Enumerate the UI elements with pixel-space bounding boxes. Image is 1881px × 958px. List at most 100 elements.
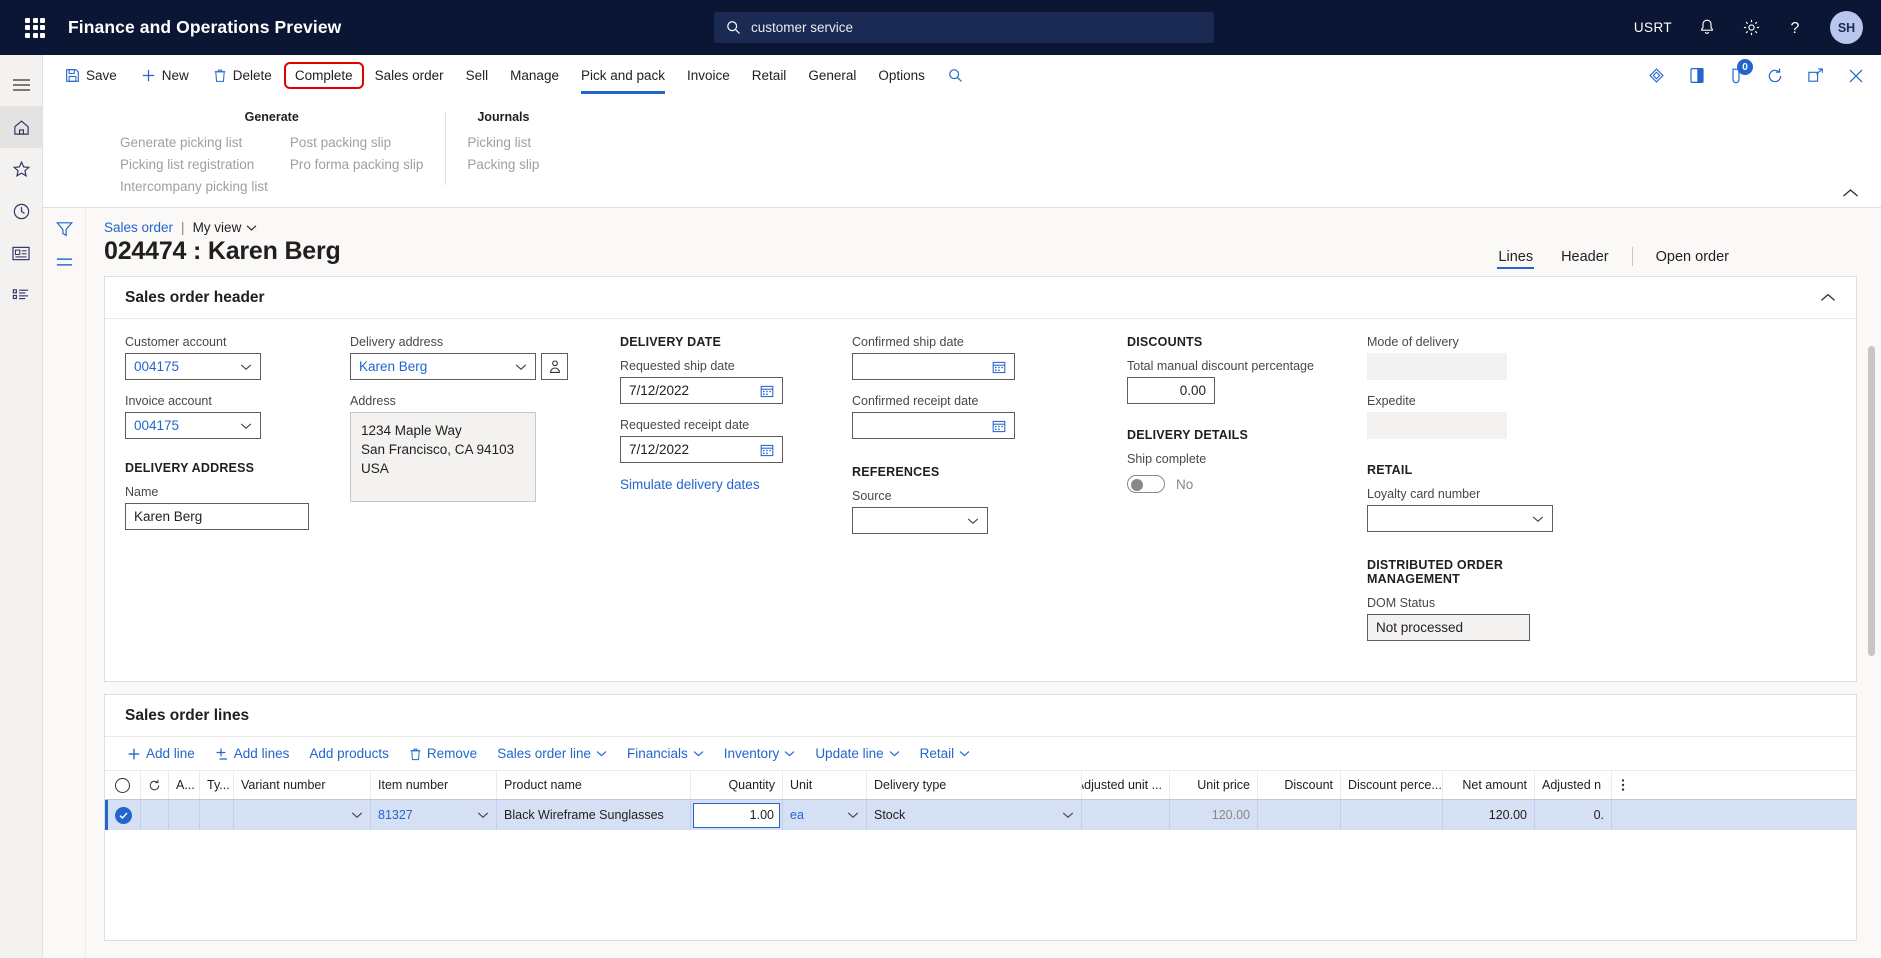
cell-unit-price[interactable]: 120.00 [1170, 800, 1258, 830]
ship-complete-toggle[interactable] [1127, 475, 1165, 493]
cell-adjusted-unit-price[interactable] [1082, 800, 1170, 830]
filter-funnel-icon[interactable] [55, 220, 74, 238]
col-header-delivery-type[interactable]: Delivery type [867, 771, 1082, 799]
invoice-account-input[interactable]: 004175 [125, 412, 261, 439]
lines-list-icon[interactable] [55, 256, 74, 268]
col-header-unit-price[interactable]: Unit price [1170, 771, 1258, 799]
chevron-down-icon[interactable] [477, 811, 489, 819]
tab-lines[interactable]: Lines [1484, 249, 1547, 269]
mode-of-delivery-input[interactable] [1367, 353, 1507, 380]
total-manual-discount-input[interactable]: 0.00 [1127, 377, 1215, 404]
ribbon-item-pro-forma-packing-slip[interactable]: Pro forma packing slip [290, 157, 424, 172]
address-pin-icon[interactable] [541, 353, 568, 380]
app-launcher-icon[interactable] [22, 15, 48, 41]
table-row[interactable]: 81327 Black Wireframe Sunglasses 1.00 ea… [105, 800, 1856, 830]
sales-order-lines-title-bar[interactable]: Sales order lines [105, 695, 1856, 737]
cell-discount-percent[interactable] [1341, 800, 1443, 830]
confirmed-ship-date-input[interactable] [852, 353, 1015, 380]
cell-net-amount[interactable]: 120.00 [1443, 800, 1535, 830]
col-header-product-name[interactable]: Product name [497, 771, 691, 799]
tab-invoice[interactable]: Invoice [676, 55, 741, 96]
cell-discount[interactable] [1258, 800, 1341, 830]
confirmed-receipt-date-input[interactable] [852, 412, 1015, 439]
panel-icon[interactable] [1688, 66, 1706, 85]
workspaces-icon[interactable] [0, 232, 42, 274]
chevron-up-icon[interactable] [1820, 293, 1836, 303]
add-products-button[interactable]: Add products [299, 746, 399, 761]
tab-pick-and-pack[interactable]: Pick and pack [570, 55, 676, 96]
chevron-down-icon[interactable] [847, 811, 859, 819]
attachments-diamond-icon[interactable] [1647, 66, 1666, 85]
expedite-input[interactable] [1367, 412, 1507, 439]
tab-general[interactable]: General [797, 55, 867, 96]
recent-clock-icon[interactable] [0, 190, 42, 232]
col-header-a[interactable]: A... [169, 771, 200, 799]
financials-menu[interactable]: Financials [617, 746, 714, 761]
customer-account-input[interactable]: 004175 [125, 353, 261, 380]
cell-product-name[interactable]: Black Wireframe Sunglasses [497, 800, 691, 830]
chevron-down-icon[interactable] [1532, 515, 1544, 523]
tab-sales-order[interactable]: Sales order [364, 55, 455, 96]
update-line-menu[interactable]: Update line [805, 746, 909, 761]
col-header-quantity[interactable]: Quantity [691, 771, 783, 799]
ribbon-item-picking-list[interactable]: Picking list [467, 135, 539, 150]
delivery-name-input[interactable]: Karen Berg [125, 503, 309, 530]
col-header-unit[interactable]: Unit [783, 771, 867, 799]
cell-delivery-type[interactable]: Stock [867, 800, 1082, 830]
close-icon[interactable] [1847, 67, 1865, 85]
open-order-status[interactable]: Open order [1642, 249, 1743, 265]
chevron-down-icon[interactable] [240, 422, 252, 430]
hamburger-icon[interactable] [0, 64, 42, 106]
ribbon-item-generate-picking-list[interactable]: Generate picking list [120, 135, 268, 150]
question-icon[interactable]: ? [1787, 18, 1804, 37]
col-header-discount-percent[interactable]: Discount perce... [1341, 771, 1443, 799]
calendar-icon[interactable] [760, 443, 774, 457]
chevron-down-icon[interactable] [1062, 811, 1074, 819]
source-input[interactable] [852, 507, 988, 534]
more-vertical-icon[interactable] [1612, 771, 1634, 799]
cell-unit[interactable]: ea [783, 800, 867, 830]
cell-adjusted-net[interactable]: 0. [1535, 800, 1612, 830]
tab-sell[interactable]: Sell [455, 55, 500, 96]
bell-icon[interactable] [1698, 18, 1716, 37]
col-header-adjusted-unit[interactable]: Adjusted unit ... [1082, 771, 1170, 799]
refresh-column-header[interactable] [141, 771, 169, 799]
chevron-down-icon[interactable] [240, 363, 252, 371]
cell-a[interactable] [169, 800, 200, 830]
notes-icon[interactable]: 0 [1728, 59, 1753, 85]
add-lines-button[interactable]: Add lines [205, 746, 300, 761]
save-button[interactable]: Save [53, 55, 129, 96]
requested-ship-date-input[interactable]: 7/12/2022 [620, 377, 783, 404]
select-all-header[interactable] [105, 771, 141, 799]
cell-variant-number[interactable] [234, 800, 371, 830]
ribbon-item-intercompany-picking-list[interactable]: Intercompany picking list [120, 179, 268, 194]
calendar-icon[interactable] [760, 384, 774, 398]
cell-item-number[interactable]: 81327 [371, 800, 497, 830]
gear-icon[interactable] [1742, 18, 1761, 37]
quantity-input[interactable]: 1.00 [693, 802, 780, 828]
command-search-icon[interactable] [936, 55, 975, 96]
modules-list-icon[interactable] [0, 274, 42, 316]
col-header-discount[interactable]: Discount [1258, 771, 1341, 799]
breadcrumb-link-sales-order[interactable]: Sales order [104, 220, 173, 235]
delete-button[interactable]: Delete [201, 55, 284, 96]
col-header-adjusted-net[interactable]: Adjusted n [1535, 771, 1612, 799]
col-header-net-amount[interactable]: Net amount [1443, 771, 1535, 799]
simulate-delivery-dates-link[interactable]: Simulate delivery dates [620, 477, 852, 492]
chevron-down-icon[interactable] [515, 363, 527, 371]
add-line-button[interactable]: Add line [117, 746, 205, 761]
cell-quantity[interactable]: 1.00 [691, 800, 783, 830]
new-button[interactable]: New [129, 55, 201, 96]
calendar-icon[interactable] [992, 419, 1006, 433]
favorites-star-icon[interactable] [0, 148, 42, 190]
chevron-up-icon[interactable] [1842, 188, 1859, 199]
complete-button[interactable]: Complete [283, 62, 364, 89]
avatar[interactable]: SH [1830, 11, 1863, 44]
tab-retail[interactable]: Retail [741, 55, 798, 96]
page-scroll-area[interactable]: Sales order header Customer account 0041… [104, 276, 1881, 958]
ribbon-item-picking-list-registration[interactable]: Picking list registration [120, 157, 268, 172]
col-header-type[interactable]: Ty... [200, 771, 234, 799]
col-header-variant-number[interactable]: Variant number [234, 771, 371, 799]
page-vertical-scrollbar[interactable] [1868, 276, 1875, 958]
loyalty-card-input[interactable] [1367, 505, 1553, 532]
